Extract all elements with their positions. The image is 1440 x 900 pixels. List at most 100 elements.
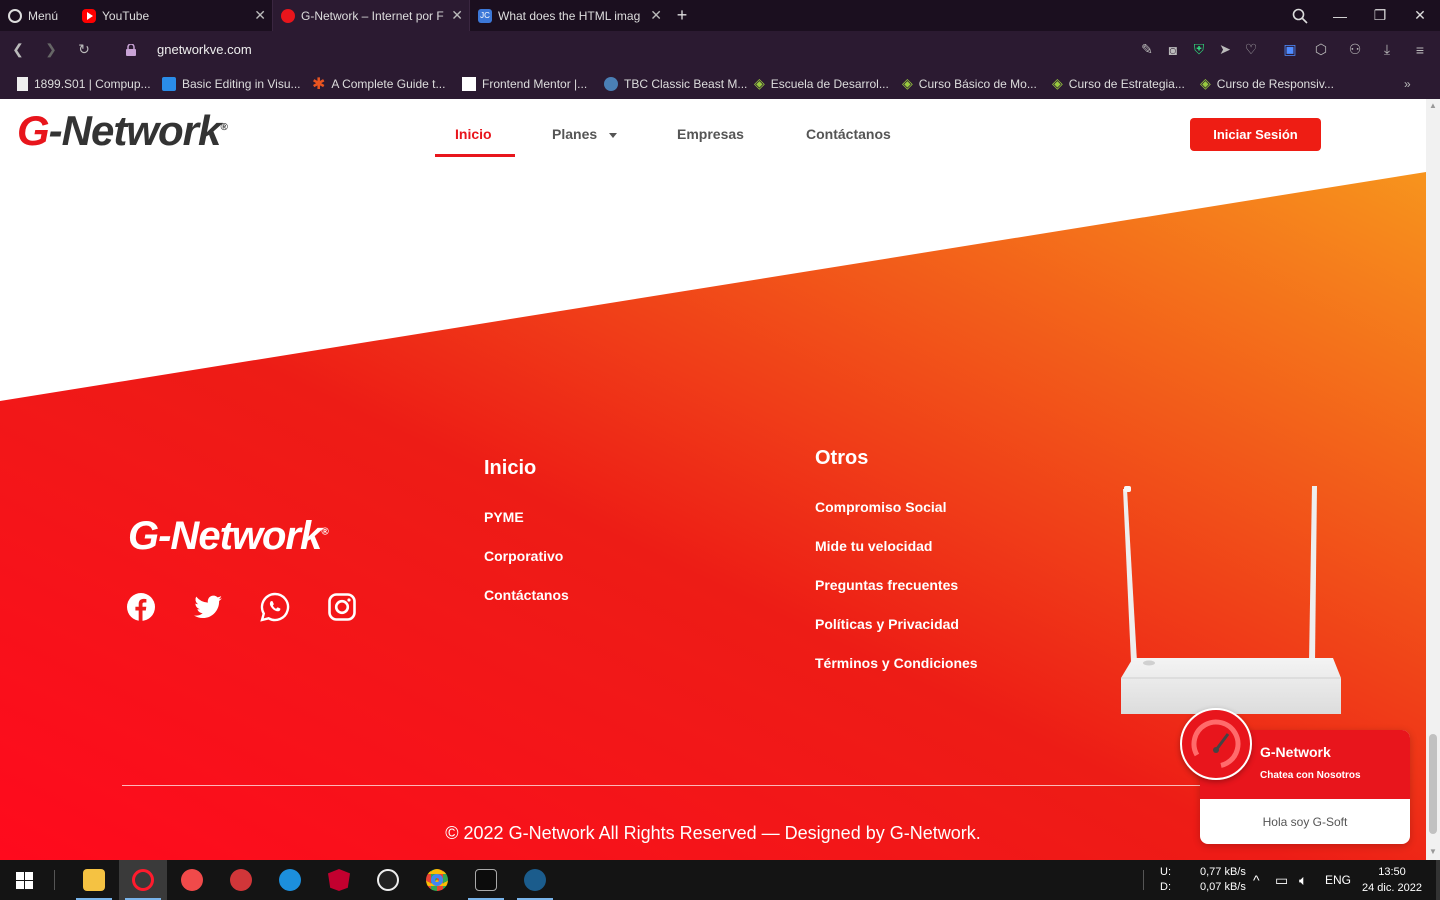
- tab-gnetwork[interactable]: G-Network – Internet por F ✕: [272, 0, 470, 31]
- tab-label: G-Network – Internet por F: [301, 8, 444, 23]
- chrome-button[interactable]: [413, 860, 461, 900]
- twitter-icon[interactable]: [193, 592, 223, 622]
- chevron-up-icon[interactable]: ^: [1253, 860, 1260, 900]
- header-logo[interactable]: G-Network®: [17, 107, 228, 155]
- router-image: [1121, 486, 1341, 714]
- shield-icon[interactable]: ⛨: [1188, 31, 1210, 68]
- search-tabs-icon[interactable]: [1280, 0, 1320, 31]
- game-button[interactable]: [364, 860, 412, 900]
- send-icon[interactable]: ➤: [1214, 31, 1236, 68]
- edit-icon[interactable]: ✎: [1136, 31, 1158, 68]
- bookmark-item[interactable]: ◈ Curso Básico de Mo...: [902, 68, 1037, 99]
- scrollbar-thumb[interactable]: [1429, 734, 1437, 834]
- reload-icon[interactable]: ↻: [73, 31, 95, 68]
- bookmark-item[interactable]: Frontend Mentor |...: [462, 68, 587, 99]
- clock-time: 13:50: [1378, 866, 1406, 878]
- close-tab-icon[interactable]: ✕: [451, 7, 463, 24]
- footer-link-preguntas[interactable]: Preguntas frecuentes: [815, 577, 958, 593]
- back-icon[interactable]: ❮: [7, 31, 29, 68]
- camera-icon[interactable]: ◙: [1162, 31, 1184, 68]
- footer-link-compromiso[interactable]: Compromiso Social: [815, 499, 946, 515]
- start-button[interactable]: [0, 860, 48, 900]
- bookmark-item[interactable]: ◈ Curso de Responsiv...: [1200, 68, 1334, 99]
- close-window-button[interactable]: ✕: [1400, 0, 1440, 31]
- terminal-button[interactable]: [462, 860, 510, 900]
- chat-avatar[interactable]: [1180, 708, 1252, 780]
- logo-g-mark: G: [17, 107, 50, 154]
- restore-button[interactable]: ❐: [1360, 0, 1400, 31]
- nav-inicio[interactable]: Inicio: [455, 126, 492, 142]
- download-label: D:: [1160, 881, 1171, 893]
- new-tab-button[interactable]: +: [664, 0, 700, 31]
- url-field[interactable]: gnetworkve.com: [157, 42, 252, 57]
- facebook-icon[interactable]: [126, 592, 156, 622]
- opera-button[interactable]: [119, 860, 167, 900]
- footer-link-politicas[interactable]: Políticas y Privacidad: [815, 616, 959, 632]
- heart-icon[interactable]: ♡: [1240, 31, 1262, 68]
- extension-icon[interactable]: ▣: [1279, 31, 1301, 68]
- scroll-up-icon[interactable]: ▲: [1429, 101, 1437, 110]
- page-viewport: G-Network® Inicio Planes Empresas Contác…: [0, 99, 1426, 860]
- language-indicator[interactable]: ENG: [1325, 860, 1351, 900]
- forward-icon[interactable]: ❯: [40, 31, 62, 68]
- cube-icon[interactable]: ⬡: [1310, 31, 1332, 68]
- riot-button[interactable]: [217, 860, 265, 900]
- download-icon[interactable]: ⤓: [1376, 31, 1398, 68]
- scroll-down-icon[interactable]: ▼: [1429, 847, 1437, 856]
- nav-empresas[interactable]: Empresas: [677, 126, 744, 142]
- tab-html-image[interactable]: JC What does the HTML imag ✕: [470, 0, 668, 31]
- file-explorer-button[interactable]: [70, 860, 118, 900]
- bookmark-item[interactable]: ✱ A Complete Guide t...: [312, 68, 445, 99]
- caret-down-icon: [609, 132, 618, 138]
- whatsapp-icon[interactable]: [260, 592, 290, 622]
- frontend-mentor-icon: [462, 76, 476, 91]
- bookmark-item[interactable]: ◈ Curso de Estrategia...: [1052, 68, 1185, 99]
- battlenet-button[interactable]: [266, 860, 314, 900]
- footer-link-terminos[interactable]: Términos y Condiciones: [815, 655, 978, 671]
- footer-logo[interactable]: G-Network®: [128, 514, 329, 559]
- footer-link-pyme[interactable]: PYME: [484, 509, 524, 525]
- account-icon[interactable]: ⚇: [1344, 31, 1366, 68]
- login-button[interactable]: Iniciar Sesión: [1190, 118, 1321, 151]
- network-icon[interactable]: ▭: [1275, 860, 1288, 900]
- bookmark-item[interactable]: 1899.S01 | Compup...: [17, 68, 151, 99]
- nav-active-underline: [435, 154, 515, 157]
- bookmark-item[interactable]: TBC Classic Beast M...: [604, 68, 747, 99]
- page-scrollbar[interactable]: ▲ ▼: [1426, 99, 1440, 860]
- footer-link-velocidad[interactable]: Mide tu velocidad: [815, 538, 932, 554]
- chrome-icon: [426, 869, 448, 891]
- gnetwork-favicon: [281, 8, 295, 23]
- nav-contactanos[interactable]: Contáctanos: [806, 126, 891, 142]
- volume-icon[interactable]: 🔈︎: [1299, 860, 1307, 900]
- angular-button[interactable]: [315, 860, 363, 900]
- lock-icon[interactable]: [120, 31, 142, 68]
- address-toolbar: ❮ ❯ ↻ gnetworkve.com ✎ ◙ ⛨ ➤ ♡ ▣ ⬡ ⚇ ⤓ ≡: [0, 31, 1440, 68]
- close-tab-icon[interactable]: ✕: [254, 7, 266, 24]
- opera-menu-button[interactable]: Menú: [0, 0, 74, 31]
- minimize-button[interactable]: —: [1320, 0, 1360, 31]
- more-bookmarks-icon[interactable]: »: [1404, 68, 1411, 99]
- instagram-icon[interactable]: [327, 592, 357, 622]
- battlenet-icon: [279, 869, 301, 891]
- footer-link-corporativo[interactable]: Corporativo: [484, 548, 563, 564]
- opera-icon: [132, 869, 154, 891]
- bookmark-item[interactable]: Basic Editing in Visu...: [162, 68, 301, 99]
- net-speed-labels: U: D:: [1160, 860, 1171, 900]
- show-desktop-button[interactable]: [1436, 860, 1440, 900]
- bookmark-label: A Complete Guide t...: [331, 76, 446, 91]
- footer-link-contactanos[interactable]: Contáctanos: [484, 587, 569, 603]
- easy-setup-icon[interactable]: ≡: [1409, 31, 1431, 68]
- registered-mark: ®: [220, 122, 227, 133]
- steam-button[interactable]: [511, 860, 559, 900]
- platzi-icon: ◈: [1052, 75, 1063, 91]
- tab-youtube[interactable]: YouTube ✕: [74, 0, 272, 31]
- bookmark-label: Curso de Responsiv...: [1216, 76, 1334, 91]
- platzi-icon: ◈: [902, 75, 913, 91]
- close-tab-icon[interactable]: ✕: [650, 7, 662, 24]
- clock[interactable]: 13:50 24 dic. 2022: [1362, 860, 1422, 900]
- terminal-icon: [475, 869, 497, 891]
- bookmark-item[interactable]: ◈ Escuela de Desarrol...: [754, 68, 889, 99]
- nav-planes[interactable]: Planes: [552, 126, 618, 142]
- ea-button[interactable]: [168, 860, 216, 900]
- chat-name: G-Network: [1260, 744, 1331, 760]
